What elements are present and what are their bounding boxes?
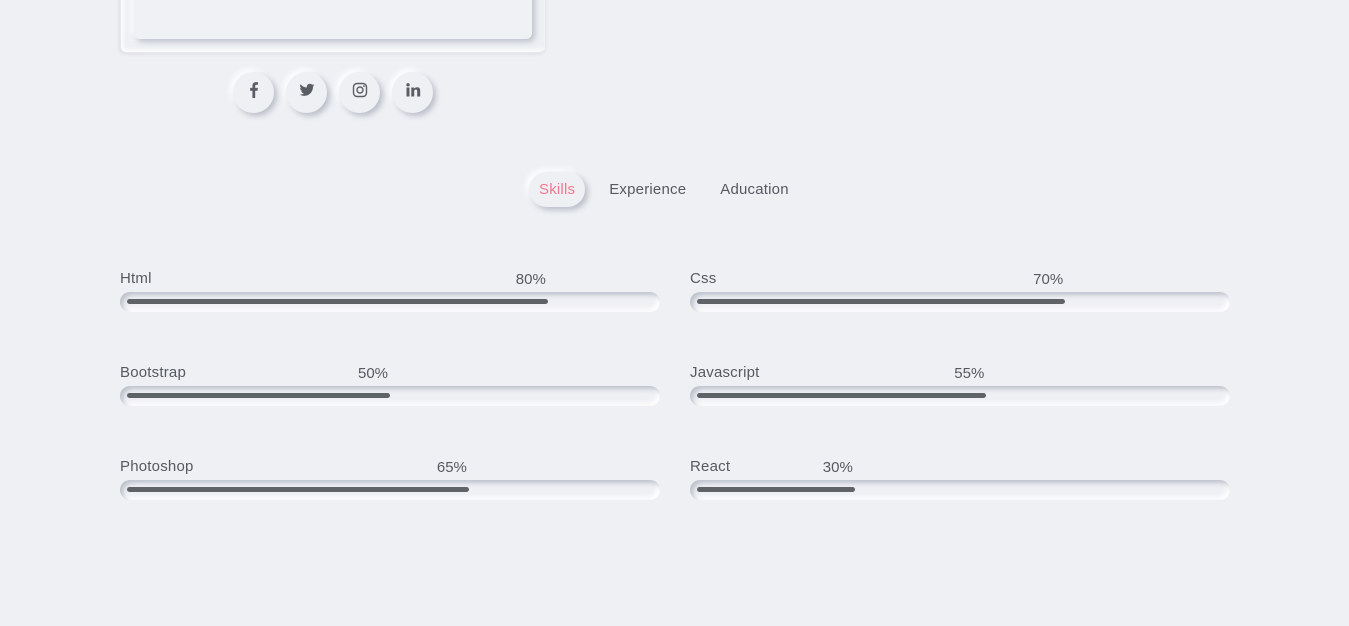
skill-progress-fill: [697, 393, 987, 398]
instagram-link[interactable]: [339, 72, 380, 113]
skill-percent: 50%: [357, 365, 389, 382]
skill-progress-track: [120, 386, 660, 406]
skill-progress-track: [690, 292, 1230, 312]
tab-aducation[interactable]: Aducation: [710, 172, 799, 207]
resume-tabs: Skills Experience Aducation: [529, 172, 799, 207]
instagram-icon: [352, 82, 368, 103]
skill-javascript: Javascript 55%: [690, 364, 1230, 424]
skill-percent: 80%: [515, 271, 546, 288]
skill-name: React: [690, 458, 731, 475]
facebook-icon: [246, 82, 262, 103]
tab-experience[interactable]: Experience: [599, 172, 696, 207]
skill-percent: 30%: [822, 459, 853, 476]
skill-react: React 30%: [690, 458, 1230, 518]
twitter-link[interactable]: [286, 72, 327, 113]
tab-skills[interactable]: Skills: [529, 172, 586, 207]
linkedin-icon: [405, 82, 421, 103]
skill-percent: 55%: [954, 365, 985, 382]
twitter-icon: [299, 82, 315, 103]
skill-progress-track: [120, 292, 660, 312]
facebook-link[interactable]: [233, 72, 274, 113]
skill-name: Javascript: [690, 364, 760, 381]
skill-photoshop: Photoshop 65%: [120, 458, 660, 518]
skill-name: Css: [690, 270, 717, 287]
skill-name: Photoshop: [120, 458, 194, 475]
profile-card: [134, 0, 532, 39]
skill-progress-track: [120, 480, 660, 500]
skill-progress-fill: [697, 299, 1066, 304]
skill-percent: 70%: [1033, 271, 1064, 288]
skill-name: Html: [120, 270, 152, 287]
skill-name: Bootstrap: [120, 364, 187, 381]
skill-css: Css 70%: [690, 270, 1230, 330]
page: Skills Experience Aducation Html 80% Css…: [0, 0, 1349, 626]
linkedin-link[interactable]: [392, 72, 433, 113]
social-links: [233, 72, 433, 113]
skill-progress-fill: [697, 487, 855, 492]
skill-progress-fill: [127, 393, 390, 398]
skill-bootstrap: Bootstrap 50%: [120, 364, 660, 424]
skill-progress-fill: [127, 487, 469, 492]
skill-progress-track: [690, 480, 1230, 500]
skill-html: Html 80%: [120, 270, 660, 330]
skill-progress-track: [690, 386, 1230, 406]
skill-percent: 65%: [436, 459, 467, 476]
skill-progress-fill: [127, 299, 548, 304]
